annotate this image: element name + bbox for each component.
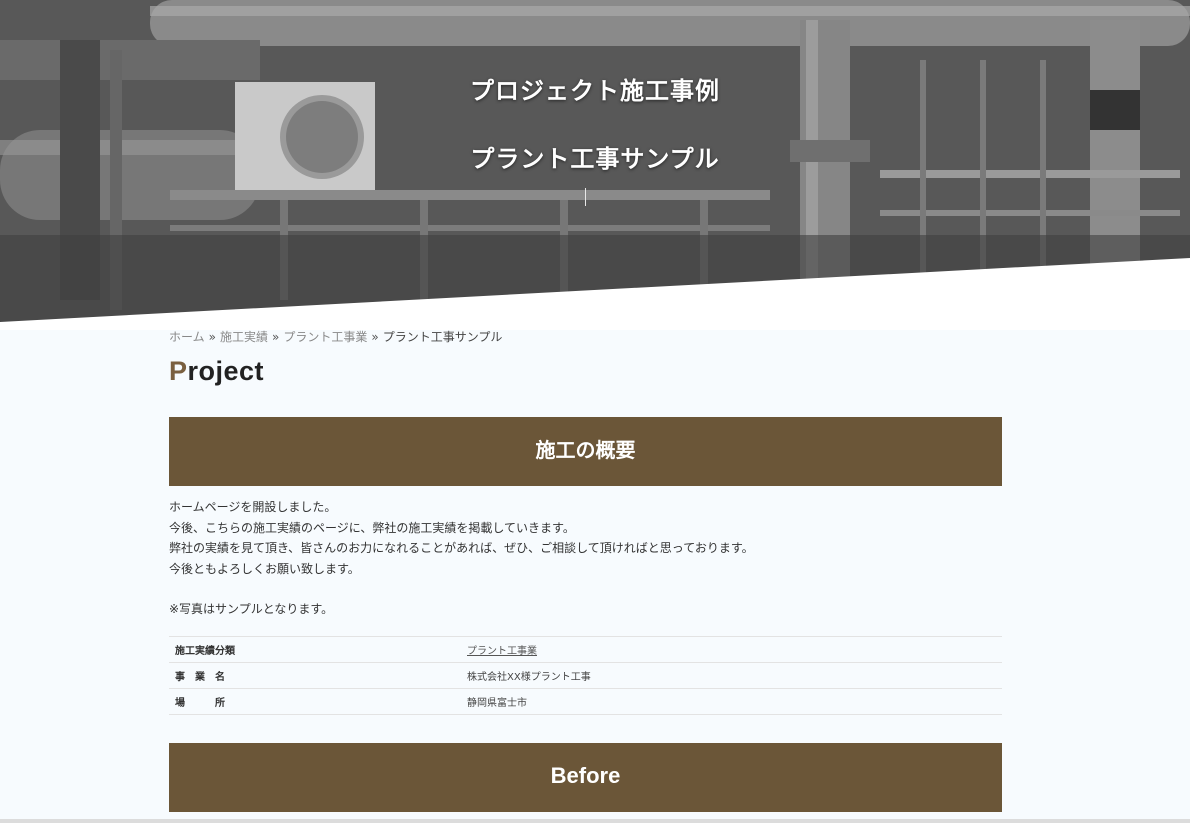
- page: プロジェクト施工事例 プラント工事サンプル ホーム» 施工実績» プラント工事業» プ…: [0, 0, 1190, 823]
- section-heading-initial: P: [169, 356, 188, 386]
- breadcrumb-home-link[interactable]: ホーム: [169, 330, 205, 344]
- table-value: 株式会社XX様プラント工事: [455, 661, 1002, 688]
- table-value: 静岡県富士市: [455, 687, 1002, 715]
- overview-body: ホームページを開設しました。 今後、こちらの施工実績のページに、弊社の施工実績を…: [169, 497, 1002, 620]
- table-row: 場 所 静岡県富士市: [169, 687, 1002, 715]
- hero-title: プロジェクト施工事例: [470, 77, 720, 105]
- overview-paragraph: 今後、こちらの施工実績のページに、弊社の施工実績を掲載していきます。: [169, 520, 575, 535]
- table-row: 施工実績分類 プラント工事業: [169, 635, 1002, 662]
- before-heading-band: Before: [169, 742, 1002, 812]
- breadcrumb: ホーム» 施工実績» プラント工事業» プラント工事サンプル: [169, 328, 1002, 346]
- breadcrumb-current: プラント工事サンプル: [382, 330, 503, 344]
- category-link[interactable]: プラント工事業: [467, 646, 537, 657]
- breadcrumb-separator: »: [272, 330, 280, 344]
- section-heading-rest: roject: [187, 356, 265, 386]
- breadcrumb-category-link[interactable]: プラント工事業: [283, 330, 367, 344]
- breadcrumb-separator: »: [371, 330, 379, 344]
- breadcrumb-works-link[interactable]: 施工実績: [220, 330, 268, 344]
- project-info-table: 施工実績分類 プラント工事業 事 業 名 株式会社XX様プラント工事 場 所 静…: [169, 635, 1002, 715]
- hero-banner: プロジェクト施工事例 プラント工事サンプル: [0, 0, 1190, 330]
- main-content: ホーム» 施工実績» プラント工事業» プラント工事サンプル Project 施工の概…: [169, 328, 1002, 812]
- window-bottom-edge: [0, 819, 1190, 823]
- overview-heading: 施工の概要: [535, 438, 636, 462]
- overview-paragraph: ホームページを開設しました。: [169, 500, 337, 514]
- table-label: 事 業 名: [169, 661, 455, 688]
- hero-subtitle: プラント工事サンプル: [470, 145, 720, 173]
- table-label: 施工実績分類: [169, 635, 455, 662]
- overview-heading-band: 施工の概要: [169, 417, 1002, 486]
- hero-divider-line: [585, 188, 586, 206]
- overview-paragraph: 弊社の実績を見て頂き、皆さんのお力になれることがあれば、ぜひ、ご相談して頂ければ…: [169, 541, 754, 555]
- section-heading: Project: [169, 356, 1002, 387]
- table-row: 事 業 名 株式会社XX様プラント工事: [169, 661, 1002, 688]
- breadcrumb-separator: »: [208, 330, 216, 344]
- before-heading: Before: [550, 762, 621, 788]
- sample-photo-note: ※写真はサンプルとなります。: [169, 602, 334, 616]
- overview-paragraph: 今後ともよろしくお願い致します。: [169, 561, 360, 576]
- table-label: 場 所: [169, 687, 455, 715]
- table-value: プラント工事業: [455, 635, 1002, 662]
